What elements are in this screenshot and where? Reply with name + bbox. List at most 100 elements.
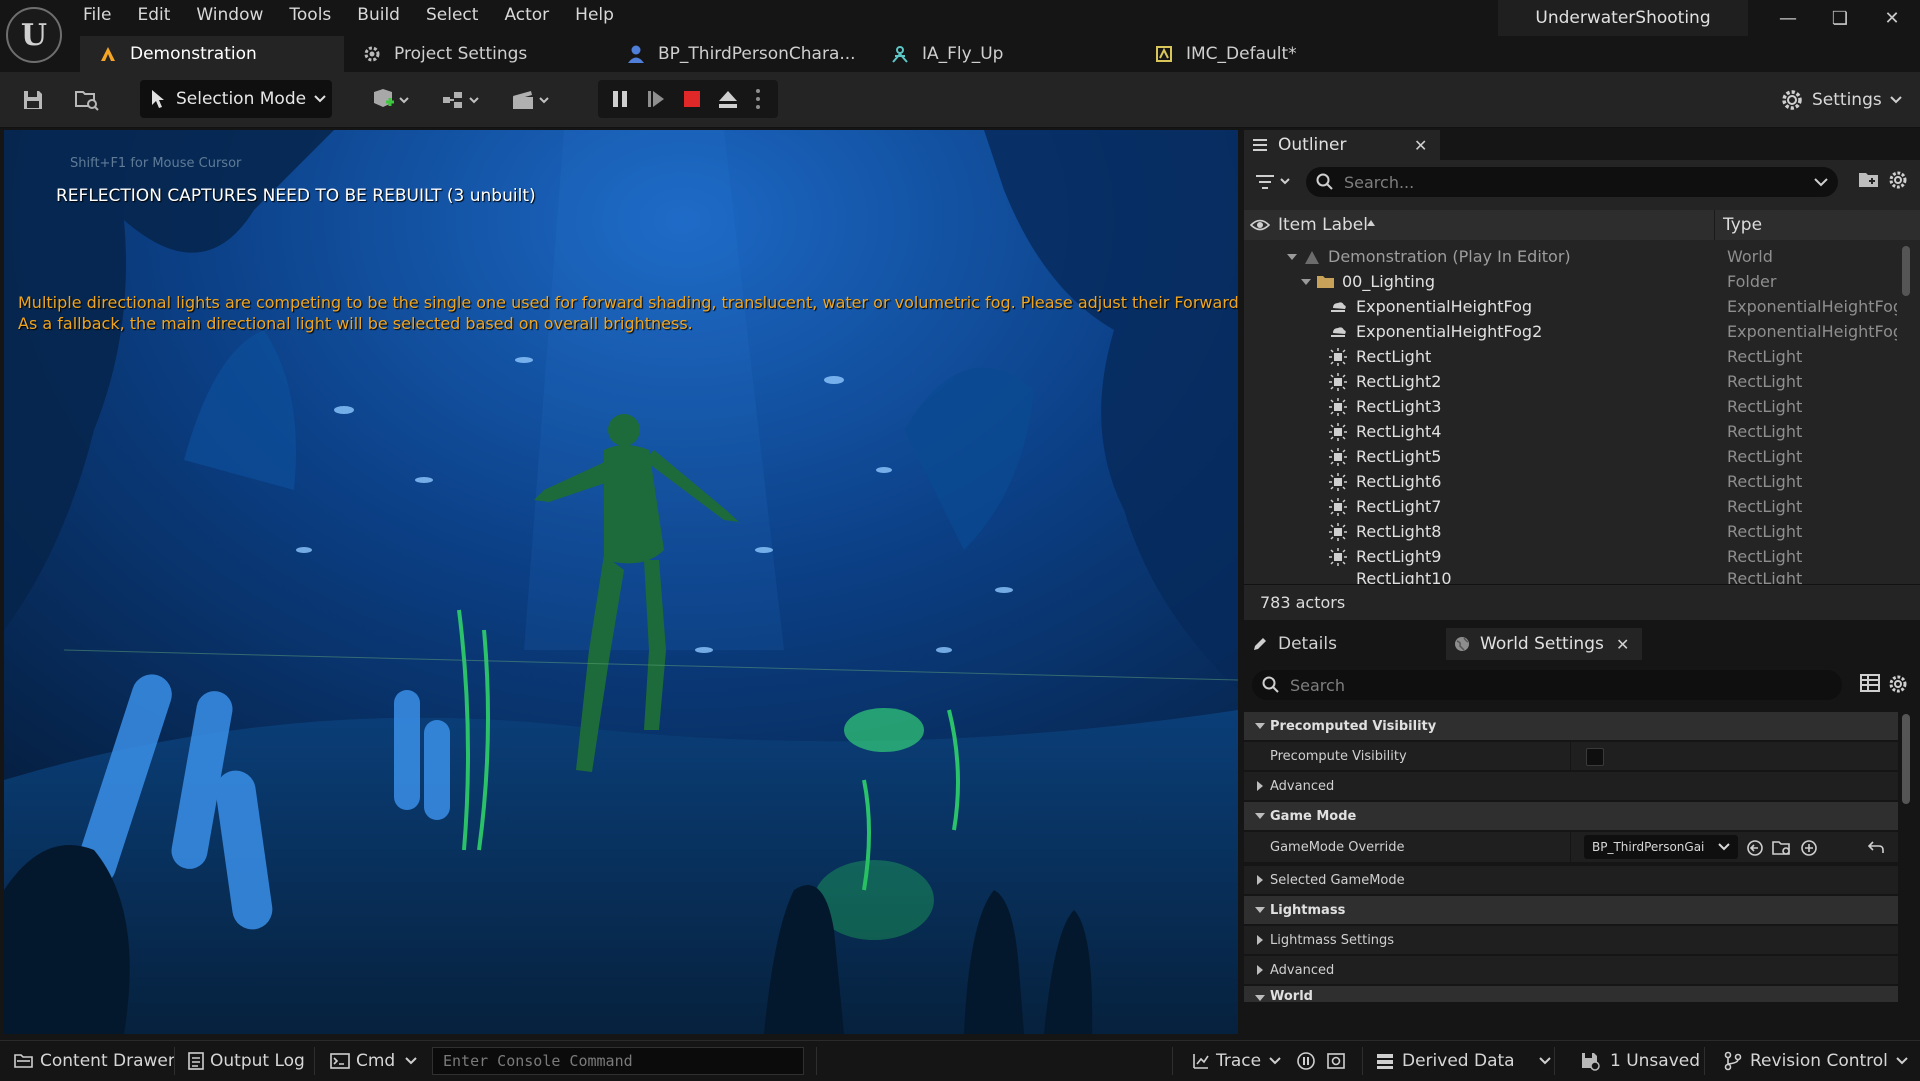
outliner-row[interactable]: RectLight RectLight <box>1244 344 1898 369</box>
column-type[interactable]: Type <box>1723 215 1762 235</box>
tab-ia-fly-up[interactable]: IA_Fly_Up <box>872 36 1136 72</box>
section-precomputed-visibility[interactable]: Precomputed Visibility <box>1244 712 1898 740</box>
add-circle-icon[interactable] <box>1800 839 1818 857</box>
tab-project-settings[interactable]: Project Settings <box>344 36 608 72</box>
menu-window[interactable]: Window <box>183 0 276 30</box>
tab-world-settings[interactable]: World Settings ✕ <box>1446 628 1642 660</box>
browse-folder-icon[interactable] <box>1772 839 1792 857</box>
section-world[interactable]: World <box>1244 986 1898 1002</box>
console-command-input[interactable]: Enter Console Command <box>432 1047 804 1075</box>
outliner-settings-icon[interactable] <box>1888 170 1908 190</box>
precompute-visibility-checkbox[interactable] <box>1586 748 1604 766</box>
outliner-row[interactable]: RectLight9 RectLight <box>1244 544 1898 569</box>
outliner-row[interactable]: ExponentialHeightFog ExponentialHeightFo… <box>1244 294 1898 319</box>
details-settings-icon[interactable] <box>1888 674 1908 694</box>
outliner-row[interactable]: RectLight10 RectLight <box>1244 569 1898 584</box>
section-game-mode[interactable]: Game Mode <box>1244 802 1898 830</box>
cmd-dropdown[interactable]: Cmd <box>330 1041 417 1081</box>
tab-outliner[interactable]: Outliner ✕ <box>1244 130 1440 160</box>
expand-arrow-icon[interactable] <box>1300 276 1312 288</box>
screenshot-icon[interactable] <box>1326 1041 1346 1081</box>
eject-icon[interactable] <box>714 80 742 118</box>
trace-dropdown[interactable]: Trace <box>1192 1041 1281 1081</box>
revision-control-dropdown[interactable]: Revision Control <box>1724 1041 1908 1081</box>
outliner-row[interactable]: RectLight3 RectLight <box>1244 394 1898 419</box>
property-advanced[interactable]: Advanced <box>1244 956 1898 984</box>
stop-icon[interactable] <box>678 80 706 118</box>
section-lightmass[interactable]: Lightmass <box>1244 896 1898 924</box>
reset-arrow-icon[interactable] <box>1868 840 1884 854</box>
outliner-row[interactable]: RectLight7 RectLight <box>1244 494 1898 519</box>
unreal-logo-icon[interactable]: U <box>6 7 62 63</box>
settings-button[interactable]: Settings <box>1780 80 1910 120</box>
expand-arrow-icon[interactable] <box>1254 874 1266 886</box>
add-folder-icon[interactable] <box>1858 170 1880 190</box>
blueprint-menu-icon[interactable] <box>436 80 486 120</box>
derived-data-dropdown[interactable]: Derived Data <box>1376 1041 1551 1081</box>
collapse-arrow-icon[interactable] <box>1254 992 1266 1002</box>
property-lightmass-settings[interactable]: Lightmass Settings <box>1244 926 1898 954</box>
use-selected-icon[interactable] <box>1746 839 1764 857</box>
outliner-row[interactable]: RectLight8 RectLight <box>1244 519 1898 544</box>
gamemode-override-dropdown[interactable]: BP_ThirdPersonGai <box>1584 835 1738 859</box>
content-drawer-button[interactable]: Content Drawer <box>14 1041 175 1081</box>
collapse-arrow-icon[interactable] <box>1254 904 1266 916</box>
expand-arrow-icon[interactable] <box>1254 964 1266 976</box>
restore-icon[interactable]: ❏ <box>1814 0 1866 36</box>
browse-content-icon[interactable] <box>70 80 104 120</box>
menu-file[interactable]: File <box>70 0 124 30</box>
selection-mode-dropdown[interactable]: Selection Mode <box>140 80 332 118</box>
collapse-arrow-icon[interactable] <box>1254 720 1266 732</box>
frame-skip-icon[interactable] <box>642 80 670 118</box>
expand-arrow-icon[interactable] <box>1254 780 1266 792</box>
output-log-button[interactable]: Output Log <box>188 1041 305 1081</box>
outliner-row-world[interactable]: Demonstration (Play In Editor) World <box>1244 244 1898 269</box>
tab-demonstration[interactable]: Demonstration <box>80 36 344 72</box>
column-item-label[interactable]: Item Label <box>1278 215 1368 235</box>
expand-arrow-icon[interactable] <box>1286 251 1298 263</box>
rect-light-icon <box>1328 372 1348 392</box>
menu-build[interactable]: Build <box>344 0 413 30</box>
property-selected-gamemode[interactable]: Selected GameMode <box>1244 866 1898 894</box>
outliner-row[interactable]: RectLight4 RectLight <box>1244 419 1898 444</box>
outliner-search-input[interactable]: Search... <box>1306 167 1838 197</box>
details-scrollbar[interactable] <box>1902 714 1910 804</box>
menu-actor[interactable]: Actor <box>491 0 562 30</box>
property-advanced[interactable]: Advanced <box>1244 772 1898 800</box>
menu-edit[interactable]: Edit <box>124 0 183 30</box>
outliner-row[interactable]: RectLight2 RectLight <box>1244 369 1898 394</box>
expand-arrow-icon[interactable] <box>1254 934 1266 946</box>
record-icon[interactable] <box>1296 1041 1316 1081</box>
close-icon[interactable]: ✕ <box>1616 635 1629 654</box>
minimize-icon[interactable]: — <box>1762 0 1814 36</box>
cinematics-icon[interactable] <box>506 80 556 120</box>
outliner-scrollbar[interactable] <box>1902 246 1910 296</box>
close-icon[interactable]: ✕ <box>1866 0 1918 36</box>
chevron-down-icon <box>1538 1057 1551 1065</box>
outliner-row[interactable]: ExponentialHeightFog2 ExponentialHeightF… <box>1244 319 1898 344</box>
outliner-row[interactable]: RectLight6 RectLight <box>1244 469 1898 494</box>
more-options-icon[interactable] <box>748 80 768 118</box>
chevron-down-icon[interactable] <box>1814 177 1828 187</box>
collapse-arrow-icon[interactable] <box>1254 810 1266 822</box>
menu-select[interactable]: Select <box>413 0 491 30</box>
outliner-row-folder[interactable]: 00_Lighting Folder <box>1244 269 1898 294</box>
tab-details[interactable]: Details <box>1244 628 1440 660</box>
directional-light-warning: Multiple directional lights are competin… <box>18 292 1238 334</box>
tab-imc-default[interactable]: IMC_Default* <box>1136 36 1400 72</box>
menu-tools[interactable]: Tools <box>276 0 344 30</box>
unsaved-button[interactable]: 1 Unsaved <box>1580 1041 1700 1081</box>
details-search-input[interactable]: Search <box>1252 670 1842 700</box>
column-divider[interactable] <box>1714 210 1715 240</box>
close-icon[interactable]: ✕ <box>1414 136 1427 155</box>
table-view-icon[interactable] <box>1860 674 1880 692</box>
menu-help[interactable]: Help <box>562 0 627 30</box>
pause-icon[interactable] <box>606 80 634 118</box>
tab-bp-thirdperson[interactable]: BP_ThirdPersonChara... <box>608 36 872 72</box>
add-actor-icon[interactable] <box>366 80 416 120</box>
save-icon[interactable] <box>16 80 50 120</box>
outliner-row[interactable]: RectLight5 RectLight <box>1244 444 1898 469</box>
eye-icon[interactable] <box>1250 218 1270 232</box>
filter-icon[interactable] <box>1254 168 1300 196</box>
level-viewport[interactable]: Shift+F1 for Mouse Cursor REFLECTION CAP… <box>4 130 1238 1034</box>
